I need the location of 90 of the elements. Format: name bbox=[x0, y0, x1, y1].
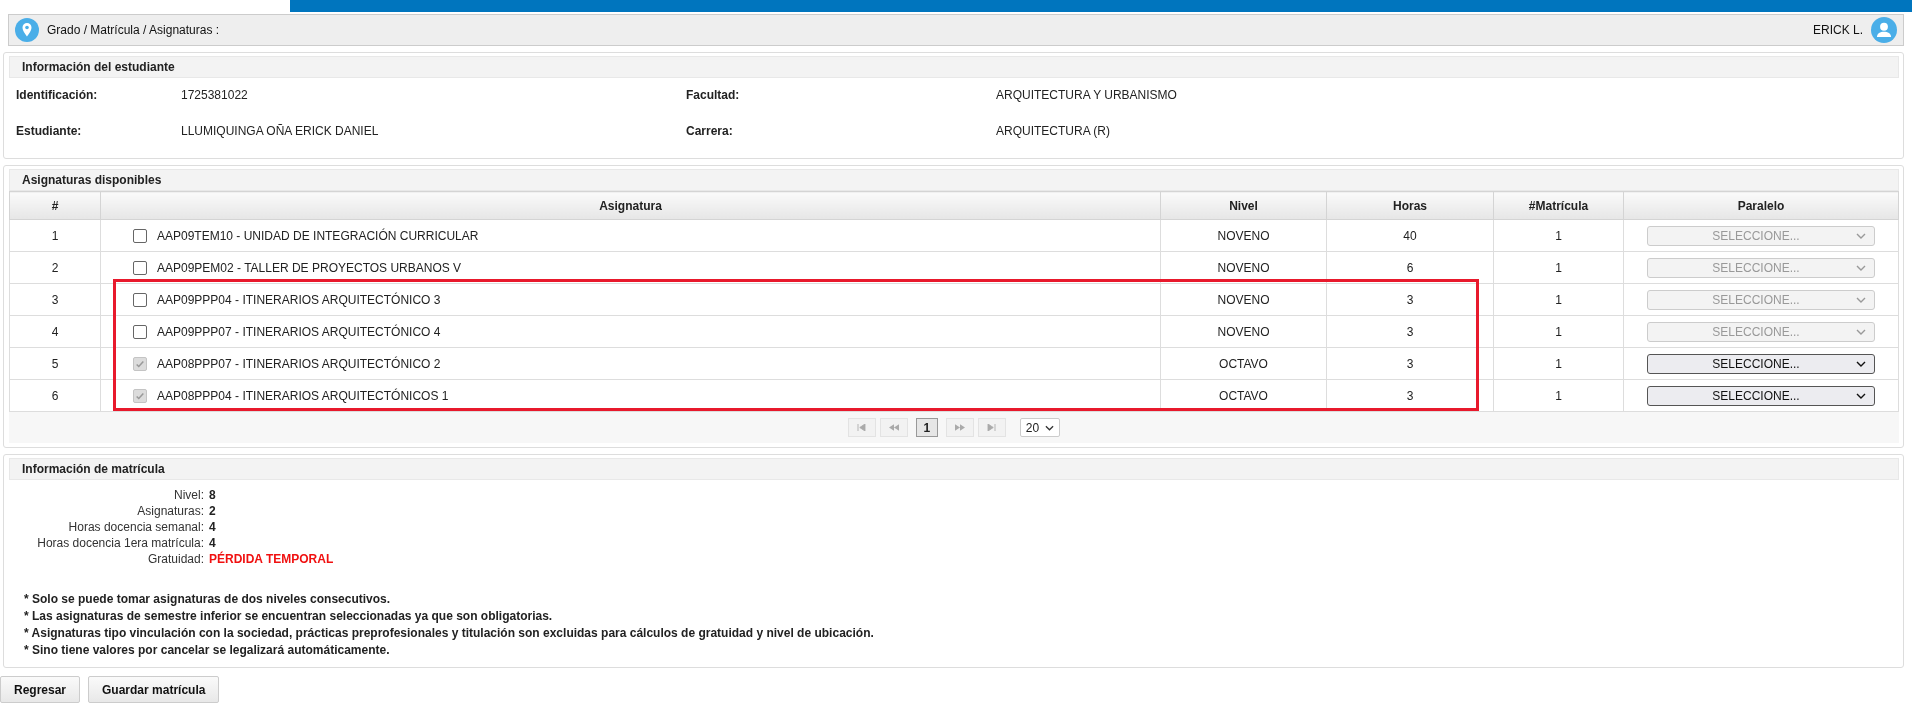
table-cell: 6 bbox=[9, 379, 101, 412]
table-cell: NOVENO bbox=[1160, 251, 1327, 284]
user-avatar-icon[interactable] bbox=[1871, 17, 1897, 43]
next-page-icon bbox=[954, 424, 965, 431]
panel-title: Información del estudiante bbox=[22, 60, 175, 74]
table-cell: 1 bbox=[1493, 283, 1624, 316]
action-button[interactable]: Guardar matrícula bbox=[88, 676, 220, 703]
first-page-icon bbox=[857, 424, 867, 431]
table-cell: 6 bbox=[1326, 251, 1494, 284]
action-button[interactable]: Regresar bbox=[0, 676, 81, 703]
table-cell: NOVENO bbox=[1160, 315, 1327, 348]
page-size-dropdown[interactable]: 20 bbox=[1019, 418, 1061, 437]
table-cell: 3 bbox=[1326, 315, 1494, 348]
table-cell: 1 bbox=[1493, 251, 1624, 284]
column-header: Nivel bbox=[1160, 191, 1327, 220]
subject-name: AAP08PPP07 - ITINERARIOS ARQUITECTÓNICO 2 bbox=[157, 356, 441, 371]
table-cell: 40 bbox=[1326, 219, 1494, 252]
breadcrumb-path: Grado / Matrícula / Asignaturas : bbox=[47, 23, 220, 37]
info-value: 2 bbox=[209, 504, 217, 518]
note-text: * Las asignaturas de semestre inferior se encuentran seleccionadas ya que son obligatorias. bbox=[24, 609, 554, 623]
table-cell: OCTAVO bbox=[1160, 379, 1327, 412]
info-label: Gratuidad: bbox=[146, 552, 204, 566]
subject-name: AAP08PPP04 - ITINERARIOS ARQUITECTÓNICOS 1 bbox=[157, 388, 449, 403]
checkbox[interactable] bbox=[133, 228, 147, 243]
info-value: 8 bbox=[209, 488, 217, 502]
column-header: # bbox=[9, 191, 101, 220]
subject-name: AAP09PEM02 - TALLER DE PROYECTOS URBANOS V bbox=[157, 260, 462, 275]
table-cell: 1 bbox=[1493, 347, 1624, 380]
table-cell: 3 bbox=[1326, 379, 1494, 412]
table-cell: 3 bbox=[1326, 283, 1494, 316]
field-label: Identificación: bbox=[16, 88, 99, 102]
table-cell: 3 bbox=[1326, 347, 1494, 380]
info-label: Horas docencia semanal: bbox=[67, 520, 204, 534]
first-page-button[interactable] bbox=[847, 418, 876, 437]
table-cell: 1 bbox=[1493, 379, 1624, 412]
info-value: 4 bbox=[209, 520, 217, 534]
checkbox[interactable] bbox=[133, 292, 147, 307]
note-text: * Solo se puede tomar asignaturas de dos niveles consecutivos. bbox=[24, 592, 392, 606]
last-page-icon bbox=[987, 424, 997, 431]
note-text: * Asignaturas tipo vinculación con la sociedad, prácticas preprofesionales y titulación son excluidas para cálculos de gratuidad y nivel de ubicación. bbox=[24, 626, 875, 640]
table-cell: 1 bbox=[1493, 219, 1624, 252]
caret-icon bbox=[1856, 232, 1866, 239]
field-value: ARQUITECTURA (R) bbox=[996, 124, 1111, 138]
next-page-button[interactable] bbox=[945, 418, 974, 437]
column-header: Asignatura bbox=[100, 191, 1161, 220]
panel-title: Información de matrícula bbox=[22, 462, 165, 476]
info-label: Nivel: bbox=[173, 488, 204, 502]
previous-page-button[interactable] bbox=[879, 418, 908, 437]
note-text: * Sino tiene valores por cancelar se legalizará automáticamente. bbox=[24, 643, 391, 657]
caret-icon bbox=[1856, 296, 1866, 303]
table-cell: 3 bbox=[9, 283, 101, 316]
check-icon bbox=[135, 358, 145, 369]
field-label: Facultad: bbox=[686, 88, 741, 102]
table-cell: 4 bbox=[9, 315, 101, 348]
table-cell: 2 bbox=[9, 251, 101, 284]
field-value: ARQUITECTURA Y URBANISMO bbox=[996, 88, 1178, 102]
column-header: Paralelo bbox=[1623, 191, 1899, 220]
field-value: LLUMIQUINGA OÑA ERICK DANIEL bbox=[181, 124, 380, 138]
user-name: ERICK L. bbox=[1813, 23, 1863, 37]
info-value: 4 bbox=[209, 536, 217, 550]
previous-page-icon bbox=[888, 424, 899, 431]
caret-icon bbox=[1856, 392, 1866, 399]
column-header: #Matrícula bbox=[1493, 191, 1624, 220]
info-label: Horas docencia 1era matrícula: bbox=[36, 536, 204, 550]
info-label: Asignaturas: bbox=[136, 504, 204, 518]
caret-icon bbox=[1856, 264, 1866, 271]
field-value: 1725381022 bbox=[181, 88, 249, 102]
last-page-button[interactable] bbox=[977, 418, 1006, 437]
field-label: Estudiante: bbox=[16, 124, 83, 138]
subject-name: AAP09PPP04 - ITINERARIOS ARQUITECTÓNICO 3 bbox=[157, 292, 441, 307]
table-cell: NOVENO bbox=[1160, 219, 1327, 252]
caret-icon bbox=[1856, 328, 1866, 335]
panel-title: Asignaturas disponibles bbox=[22, 173, 162, 187]
caret-icon bbox=[1045, 424, 1055, 431]
caret-icon bbox=[1856, 360, 1866, 367]
table-cell: 1 bbox=[1493, 315, 1624, 348]
table-cell: 5 bbox=[9, 347, 101, 380]
table-cell: OCTAVO bbox=[1160, 347, 1327, 380]
info-value: PÉRDIDA TEMPORAL bbox=[209, 552, 334, 566]
checkbox[interactable] bbox=[133, 260, 147, 275]
field-label: Carrera: bbox=[686, 124, 734, 138]
check-icon bbox=[135, 390, 145, 401]
subject-name: AAP09PPP07 - ITINERARIOS ARQUITECTÓNICO 4 bbox=[157, 324, 441, 339]
page-button[interactable]: 1 bbox=[915, 418, 938, 437]
subject-name: AAP09TEM10 - UNIDAD DE INTEGRACIÓN CURRICULAR bbox=[157, 228, 479, 243]
column-header: Horas bbox=[1326, 191, 1494, 220]
checkbox[interactable] bbox=[133, 324, 147, 339]
table-cell: 1 bbox=[9, 219, 101, 252]
location-pin-icon bbox=[15, 18, 39, 42]
table-cell: NOVENO bbox=[1160, 283, 1327, 316]
